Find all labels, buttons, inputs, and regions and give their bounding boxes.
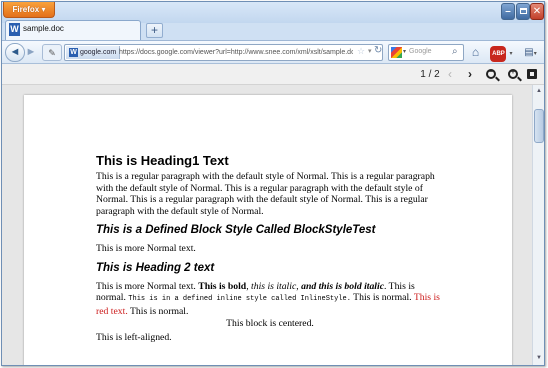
zoom-in-icon: + bbox=[508, 67, 518, 79]
search-icon[interactable]: ⌕ bbox=[452, 46, 458, 57]
pop-out-icon bbox=[527, 69, 537, 79]
heading2: This is Heading 2 text bbox=[96, 261, 215, 274]
italic-text: this is italic bbox=[251, 280, 297, 292]
bookmark-star-icon[interactable]: ☆ bbox=[357, 46, 365, 57]
document-viewport[interactable]: This is Heading1 Text This is a regular … bbox=[2, 85, 532, 365]
new-tab-button[interactable]: + bbox=[146, 23, 163, 38]
site-identity-button[interactable]: W google.com bbox=[66, 46, 121, 59]
google-engine-icon[interactable] bbox=[391, 47, 402, 58]
adblock-button[interactable]: ABP ▾ bbox=[488, 44, 515, 62]
zoom-out-button[interactable]: − bbox=[483, 66, 499, 83]
navigation-toolbar: ◄ ► ✎ W google.com https://docs.google.c… bbox=[2, 40, 544, 64]
firefox-menu-button[interactable]: Firefox ▾ bbox=[3, 2, 55, 18]
home-button[interactable]: ⌂ bbox=[467, 44, 484, 61]
url-text[interactable]: https://docs.google.com/viewer?url=http:… bbox=[119, 47, 353, 58]
minimize-button[interactable]: – bbox=[501, 3, 515, 20]
adblock-dropdown-icon: ▾ bbox=[509, 51, 513, 57]
maximize-button[interactable] bbox=[516, 3, 530, 20]
centered-paragraph: This block is centered. bbox=[226, 318, 314, 329]
close-window-button[interactable]: ✕ bbox=[530, 3, 544, 20]
block-style-heading: This is a Defined Block Style Called Blo… bbox=[96, 224, 376, 236]
next-page-button[interactable]: › bbox=[464, 66, 476, 83]
scrollbar-thumb[interactable] bbox=[534, 109, 544, 143]
greasemonkey-icon[interactable]: ✎ bbox=[42, 44, 62, 61]
firefox-menu-caret-icon: ▾ bbox=[41, 5, 46, 14]
word-doc-icon: W bbox=[9, 23, 20, 36]
paragraph-mixed-styles: This is more Normal text. This is bold, … bbox=[96, 280, 440, 317]
inline-style-text: This is in a defined inline style called… bbox=[128, 295, 351, 303]
search-engine-dropdown-icon[interactable]: ▾ bbox=[403, 48, 406, 55]
document-content: This is Heading1 Text This is a regular … bbox=[96, 153, 444, 343]
paragraph-normal: This is a regular paragraph with the def… bbox=[96, 171, 435, 217]
search-input[interactable]: Google bbox=[409, 48, 432, 55]
back-button[interactable]: ◄ bbox=[5, 43, 25, 62]
zoom-in-button[interactable]: + bbox=[505, 66, 521, 83]
tab-sample-doc[interactable]: W sample.doc bbox=[5, 20, 141, 40]
menu-dropdown-icon: ▾ bbox=[533, 51, 537, 57]
previous-page-button[interactable]: ‹ bbox=[444, 66, 456, 83]
document-page: This is Heading1 Text This is a regular … bbox=[24, 95, 512, 365]
maximize-icon bbox=[519, 8, 527, 14]
paragraph-more-normal: This is more Normal text. bbox=[96, 243, 196, 254]
scroll-up-arrow-icon[interactable]: ▲ bbox=[534, 86, 544, 96]
tab-title: sample.doc bbox=[23, 24, 64, 33]
menu-icon: ▤ bbox=[524, 47, 534, 58]
heading1: This is Heading1 Text bbox=[96, 153, 229, 168]
menu-button[interactable]: ▤▾ bbox=[519, 44, 542, 61]
bold-italic-text: and this is bold italic bbox=[301, 280, 384, 292]
forward-button[interactable]: ► bbox=[24, 44, 38, 61]
viewer-toolbar: 1 / 2 ‹ › − + bbox=[2, 64, 544, 85]
site-identity-label: google.com bbox=[80, 49, 117, 56]
url-dropdown-icon[interactable]: ▾ bbox=[368, 47, 372, 55]
zoom-out-icon: − bbox=[486, 67, 496, 79]
left-aligned-paragraph: This is left-aligned. bbox=[96, 331, 172, 343]
search-bar[interactable]: ▾ Google ⌕ bbox=[388, 44, 464, 61]
pop-out-button[interactable] bbox=[525, 66, 539, 83]
firefox-menu-label: Firefox bbox=[12, 5, 40, 14]
scroll-down-arrow-icon[interactable]: ▼ bbox=[534, 353, 544, 363]
site-favicon-icon: W bbox=[69, 48, 78, 57]
page-indicator: 1 / 2 bbox=[420, 69, 440, 80]
reload-icon[interactable]: ↻ bbox=[374, 45, 382, 56]
bold-text: This is bold bbox=[198, 280, 247, 292]
vertical-scrollbar[interactable]: ▲ ▼ bbox=[532, 85, 544, 365]
adblock-icon: ABP bbox=[490, 46, 507, 62]
browser-window: Firefox ▾ – ✕ W sample.doc + ◄ ► ✎ W goo… bbox=[1, 1, 545, 366]
url-bar[interactable]: W google.com https://docs.google.com/vie… bbox=[64, 44, 383, 61]
